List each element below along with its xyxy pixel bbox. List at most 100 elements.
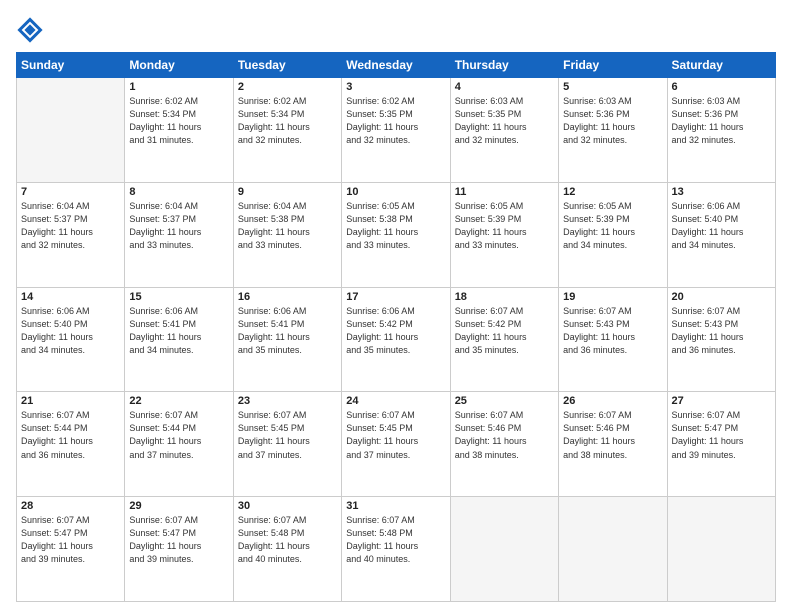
calendar-cell: 27Sunrise: 6:07 AM Sunset: 5:47 PM Dayli… xyxy=(667,392,775,497)
calendar-cell: 28 Sunrise: 6:07 AM Sunset: 5:47 PM Dayli… xyxy=(17,497,125,602)
day-info: Sunrise: 6:02 AM Sunset: 5:34 PM Dayligh… xyxy=(129,95,228,147)
day-info: Sunrise: 6:07 AM Sunset: 5:45 PM Dayligh… xyxy=(238,409,337,461)
calendar-cell: 21 Sunrise: 6:07 AM Sunset: 5:44 PM Dayli… xyxy=(17,392,125,497)
day-number: 27 xyxy=(672,395,771,407)
calendar-cell: 14 Sunrise: 6:06 AM Sunset: 5:40 PM Dayli… xyxy=(17,287,125,392)
day-info: Sunrise: 6:03 AM Sunset: 5:36 PM Dayligh… xyxy=(672,95,771,147)
calendar-cell: 18 Sunrise: 6:07 AM Sunset: 5:42 PM Dayli… xyxy=(450,287,558,392)
day-number: 21 xyxy=(21,395,120,407)
calendar-cell: 15 Sunrise: 6:06 AM Sunset: 5:41 PM Dayli… xyxy=(125,287,233,392)
calendar-week-2: 7 Sunrise: 6:04 AM Sunset: 5:37 PM Daylig… xyxy=(17,182,776,287)
day-info: Sunrise: 6:06 AM Sunset: 5:41 PM Dayligh… xyxy=(238,305,337,357)
calendar-week-1: 1Sunrise: 6:02 AM Sunset: 5:34 PM Daylig… xyxy=(17,78,776,183)
day-number: 8 xyxy=(129,186,228,198)
day-number: 19 xyxy=(563,291,662,303)
calendar-header-friday: Friday xyxy=(559,53,667,78)
day-number: 10 xyxy=(346,186,445,198)
calendar-cell xyxy=(17,78,125,183)
day-info: Sunrise: 6:07 AM Sunset: 5:48 PM Dayligh… xyxy=(238,514,337,566)
calendar-cell: 25Sunrise: 6:07 AM Sunset: 5:46 PM Dayli… xyxy=(450,392,558,497)
calendar-cell: 5 Sunrise: 6:03 AM Sunset: 5:36 PM Daylig… xyxy=(559,78,667,183)
day-number: 28 xyxy=(21,500,120,512)
day-number: 30 xyxy=(238,500,337,512)
day-number: 16 xyxy=(238,291,337,303)
day-number: 26 xyxy=(563,395,662,407)
calendar-cell: 3Sunrise: 6:02 AM Sunset: 5:35 PM Daylig… xyxy=(342,78,450,183)
day-number: 14 xyxy=(21,291,120,303)
day-info: Sunrise: 6:07 AM Sunset: 5:43 PM Dayligh… xyxy=(672,305,771,357)
calendar-header-monday: Monday xyxy=(125,53,233,78)
day-info: Sunrise: 6:02 AM Sunset: 5:34 PM Dayligh… xyxy=(238,95,337,147)
day-info: Sunrise: 6:07 AM Sunset: 5:47 PM Dayligh… xyxy=(129,514,228,566)
day-info: Sunrise: 6:05 AM Sunset: 5:39 PM Dayligh… xyxy=(563,200,662,252)
day-number: 13 xyxy=(672,186,771,198)
day-number: 18 xyxy=(455,291,554,303)
calendar-cell: 12Sunrise: 6:05 AM Sunset: 5:39 PM Dayli… xyxy=(559,182,667,287)
day-number: 22 xyxy=(129,395,228,407)
day-info: Sunrise: 6:07 AM Sunset: 5:48 PM Dayligh… xyxy=(346,514,445,566)
day-number: 6 xyxy=(672,81,771,93)
calendar-cell: 10 Sunrise: 6:05 AM Sunset: 5:38 PM Dayli… xyxy=(342,182,450,287)
day-number: 5 xyxy=(563,81,662,93)
calendar-cell: 31 Sunrise: 6:07 AM Sunset: 5:48 PM Dayli… xyxy=(342,497,450,602)
day-info: Sunrise: 6:05 AM Sunset: 5:38 PM Dayligh… xyxy=(346,200,445,252)
day-number: 23 xyxy=(238,395,337,407)
calendar-cell: 2Sunrise: 6:02 AM Sunset: 5:34 PM Daylig… xyxy=(233,78,341,183)
day-info: Sunrise: 6:05 AM Sunset: 5:39 PM Dayligh… xyxy=(455,200,554,252)
day-info: Sunrise: 6:07 AM Sunset: 5:42 PM Dayligh… xyxy=(455,305,554,357)
calendar-week-3: 14 Sunrise: 6:06 AM Sunset: 5:40 PM Dayli… xyxy=(17,287,776,392)
calendar-week-5: 28 Sunrise: 6:07 AM Sunset: 5:47 PM Dayli… xyxy=(17,497,776,602)
calendar-cell: 30 Sunrise: 6:07 AM Sunset: 5:48 PM Dayli… xyxy=(233,497,341,602)
day-info: Sunrise: 6:03 AM Sunset: 5:36 PM Dayligh… xyxy=(563,95,662,147)
calendar-cell: 7 Sunrise: 6:04 AM Sunset: 5:37 PM Daylig… xyxy=(17,182,125,287)
day-info: Sunrise: 6:07 AM Sunset: 5:44 PM Dayligh… xyxy=(21,409,120,461)
calendar-cell xyxy=(450,497,558,602)
calendar-cell: 1Sunrise: 6:02 AM Sunset: 5:34 PM Daylig… xyxy=(125,78,233,183)
day-number: 11 xyxy=(455,186,554,198)
calendar-cell xyxy=(559,497,667,602)
day-info: Sunrise: 6:06 AM Sunset: 5:42 PM Dayligh… xyxy=(346,305,445,357)
day-info: Sunrise: 6:02 AM Sunset: 5:35 PM Dayligh… xyxy=(346,95,445,147)
day-info: Sunrise: 6:06 AM Sunset: 5:41 PM Dayligh… xyxy=(129,305,228,357)
day-info: Sunrise: 6:06 AM Sunset: 5:40 PM Dayligh… xyxy=(21,305,120,357)
calendar-cell: 6 Sunrise: 6:03 AM Sunset: 5:36 PM Daylig… xyxy=(667,78,775,183)
day-number: 7 xyxy=(21,186,120,198)
day-number: 20 xyxy=(672,291,771,303)
day-number: 4 xyxy=(455,81,554,93)
day-number: 9 xyxy=(238,186,337,198)
calendar-cell: 8Sunrise: 6:04 AM Sunset: 5:37 PM Daylig… xyxy=(125,182,233,287)
calendar-cell: 22 Sunrise: 6:07 AM Sunset: 5:44 PM Dayli… xyxy=(125,392,233,497)
day-info: Sunrise: 6:07 AM Sunset: 5:43 PM Dayligh… xyxy=(563,305,662,357)
calendar-cell: 29 Sunrise: 6:07 AM Sunset: 5:47 PM Dayli… xyxy=(125,497,233,602)
day-info: Sunrise: 6:04 AM Sunset: 5:37 PM Dayligh… xyxy=(21,200,120,252)
calendar-cell xyxy=(667,497,775,602)
day-number: 31 xyxy=(346,500,445,512)
calendar-header-thursday: Thursday xyxy=(450,53,558,78)
day-info: Sunrise: 6:03 AM Sunset: 5:35 PM Dayligh… xyxy=(455,95,554,147)
calendar-cell: 20 Sunrise: 6:07 AM Sunset: 5:43 PM Dayli… xyxy=(667,287,775,392)
day-number: 15 xyxy=(129,291,228,303)
header xyxy=(16,16,776,44)
day-info: Sunrise: 6:07 AM Sunset: 5:46 PM Dayligh… xyxy=(563,409,662,461)
day-info: Sunrise: 6:07 AM Sunset: 5:47 PM Dayligh… xyxy=(21,514,120,566)
calendar-cell: 4 Sunrise: 6:03 AM Sunset: 5:35 PM Daylig… xyxy=(450,78,558,183)
calendar-header-tuesday: Tuesday xyxy=(233,53,341,78)
calendar-header-sunday: Sunday xyxy=(17,53,125,78)
calendar-cell: 16 Sunrise: 6:06 AM Sunset: 5:41 PM Dayli… xyxy=(233,287,341,392)
day-info: Sunrise: 6:07 AM Sunset: 5:45 PM Dayligh… xyxy=(346,409,445,461)
calendar-header-wednesday: Wednesday xyxy=(342,53,450,78)
day-info: Sunrise: 6:07 AM Sunset: 5:44 PM Dayligh… xyxy=(129,409,228,461)
calendar-cell: 11 Sunrise: 6:05 AM Sunset: 5:39 PM Dayli… xyxy=(450,182,558,287)
day-info: Sunrise: 6:04 AM Sunset: 5:38 PM Dayligh… xyxy=(238,200,337,252)
day-number: 24 xyxy=(346,395,445,407)
calendar-header-saturday: Saturday xyxy=(667,53,775,78)
day-info: Sunrise: 6:07 AM Sunset: 5:46 PM Dayligh… xyxy=(455,409,554,461)
day-info: Sunrise: 6:06 AM Sunset: 5:40 PM Dayligh… xyxy=(672,200,771,252)
calendar-cell: 19 Sunrise: 6:07 AM Sunset: 5:43 PM Dayli… xyxy=(559,287,667,392)
calendar-week-4: 21 Sunrise: 6:07 AM Sunset: 5:44 PM Dayli… xyxy=(17,392,776,497)
calendar-table: SundayMondayTuesdayWednesdayThursdayFrid… xyxy=(16,52,776,602)
calendar-cell: 13 Sunrise: 6:06 AM Sunset: 5:40 PM Dayli… xyxy=(667,182,775,287)
calendar-cell: 23 Sunrise: 6:07 AM Sunset: 5:45 PM Dayli… xyxy=(233,392,341,497)
day-number: 29 xyxy=(129,500,228,512)
calendar-cell: 24 Sunrise: 6:07 AM Sunset: 5:45 PM Dayli… xyxy=(342,392,450,497)
